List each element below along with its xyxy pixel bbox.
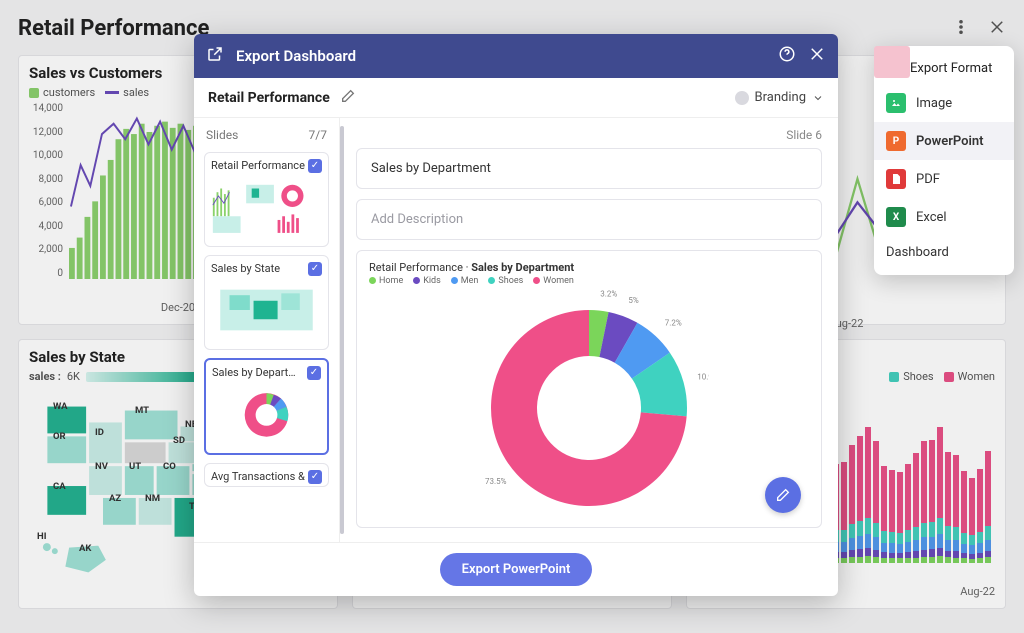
format-option-powerpoint[interactable]: P PowerPoint	[874, 122, 1014, 160]
slide-thumb[interactable]: Sales by Departmen…	[204, 358, 329, 455]
svg-text:10.9%: 10.9%	[697, 372, 709, 381]
svg-text:5%: 5%	[628, 296, 638, 305]
slide-preview: Slide 6 Sales by Department Add Descript…	[339, 118, 838, 542]
chevron-down-icon	[812, 92, 824, 104]
format-option-dashboard[interactable]: Dashboard	[874, 236, 1014, 269]
scroll-indicator[interactable]	[340, 126, 344, 534]
modal-footer: Export PowerPoint	[194, 542, 838, 596]
svg-text:3.2%: 3.2%	[600, 290, 617, 299]
close-icon[interactable]	[808, 45, 826, 67]
slide-thumb[interactable]: Retail Performance	[204, 152, 329, 247]
modal-title: Export Dashboard	[236, 47, 766, 65]
help-icon[interactable]	[778, 45, 796, 67]
branding-dropdown[interactable]: Branding	[735, 90, 824, 105]
slide-thumb[interactable]: Sales by State	[204, 255, 329, 350]
modal-subheader: Retail Performance Branding	[194, 78, 838, 118]
edit-name-icon[interactable]	[340, 88, 356, 108]
modal-header: Export Dashboard	[194, 34, 838, 78]
dashboard-icon	[874, 46, 910, 78]
slides-label: Slides	[206, 128, 238, 142]
branding-swatch	[735, 91, 749, 105]
slide-check-icon[interactable]	[308, 470, 322, 484]
slide-check-icon[interactable]	[308, 262, 322, 276]
chart-preview: Retail Performance · Sales by Department…	[356, 250, 822, 528]
format-option-excel[interactable]: X Excel	[874, 198, 1014, 236]
format-option-image[interactable]: Image	[874, 84, 1014, 122]
chart-legend: Home Kids Men Shoes Women	[369, 276, 809, 286]
export-button[interactable]: Export PowerPoint	[440, 553, 593, 586]
pdf-icon	[886, 169, 906, 189]
edit-chart-button[interactable]	[765, 477, 801, 513]
slide-check-icon[interactable]	[307, 366, 321, 380]
powerpoint-icon: P	[886, 131, 906, 151]
slides-count: 7/7	[309, 128, 327, 142]
slide-number: Slide 6	[356, 128, 822, 148]
donut-chart: 3.2% 5% 7.2% 10.9% 73.5%	[469, 288, 709, 528]
export-format-popover: Export Format Image P PowerPoint PDF X E…	[874, 46, 1014, 275]
image-icon	[886, 93, 906, 113]
svg-text:73.5%: 73.5%	[485, 477, 507, 486]
slide-check-icon[interactable]	[308, 159, 322, 173]
chart-title: Retail Performance · Sales by Department	[369, 261, 809, 274]
svg-text:7.2%: 7.2%	[665, 319, 682, 328]
export-dashboard-modal: Export Dashboard Retail Performance Bran…	[194, 34, 838, 596]
excel-icon: X	[886, 207, 906, 227]
slides-panel: Slides 7/7 Retail Performance	[194, 118, 340, 542]
open-external-icon[interactable]	[206, 45, 224, 67]
slide-thumb[interactable]: Avg Transactions &	[204, 463, 329, 487]
slide-description-field[interactable]: Add Description	[356, 199, 822, 240]
format-option-pdf[interactable]: PDF	[874, 160, 1014, 198]
dashboard-name: Retail Performance	[208, 90, 330, 106]
slide-title-field[interactable]: Sales by Department	[356, 148, 822, 189]
